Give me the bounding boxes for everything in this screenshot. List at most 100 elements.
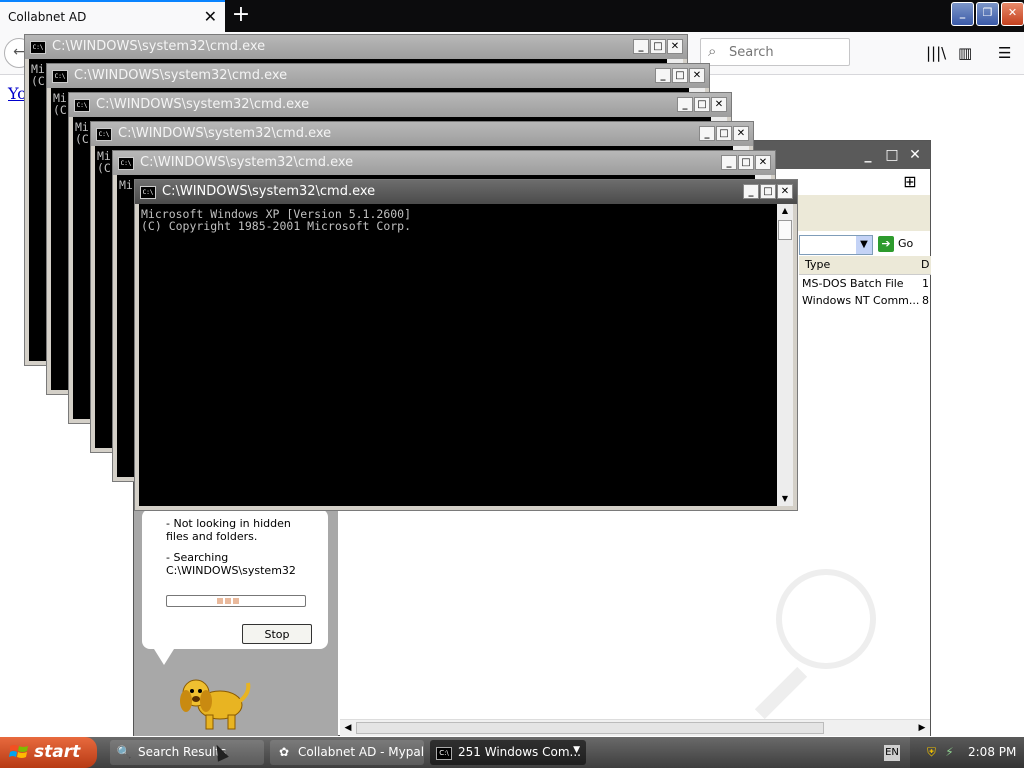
chevron-down-icon: ▼ [573,745,580,755]
console-fragment-2: (C [97,161,111,175]
close-icon[interactable]: ✕ [204,7,217,26]
close-button[interactable]: ✕ [689,68,705,83]
row-type: Windows NT Comm... [802,294,920,307]
address-dropdown[interactable]: ▼ [799,235,873,255]
maximize-button[interactable]: □ [882,146,902,164]
maximize-button[interactable]: □ [738,155,754,170]
maximize-button[interactable]: □ [760,184,776,199]
close-window-button[interactable]: ✕ [1001,2,1024,26]
tab-title: Collabnet AD [8,10,87,24]
results-header: Type D [799,256,931,275]
cmd-icon: C:\ [96,128,112,141]
library-icon[interactable]: |||\ [926,44,946,62]
scroll-up-icon[interactable]: ▲ [777,204,793,218]
go-button[interactable]: ➔ Go [878,235,928,253]
close-button[interactable]: ✕ [905,146,925,164]
close-button[interactable]: ✕ [777,184,793,199]
taskbar-item-mypal[interactable]: ✿ Collabnet AD - Mypal [270,740,424,765]
minimize-button[interactable]: _ [721,155,737,170]
chevron-down-icon[interactable]: ▼ [856,236,872,254]
hamburger-menu-icon[interactable]: ☰ [998,44,1011,62]
cmd-icon: C:\ [436,747,452,760]
console-fragment-2: (C [75,132,89,146]
taskbar-item-cmd-group[interactable]: C:\ 251 Windows Com... ▼ [430,740,586,765]
browser-window-controls: _ ❐ ✕ [951,2,1024,26]
minimize-button[interactable]: _ [858,146,878,164]
horizontal-scrollbar[interactable]: ◀ ▶ [340,719,930,736]
minimize-button[interactable]: _ [951,2,974,26]
close-button[interactable]: ✕ [711,97,727,112]
close-button[interactable]: ✕ [667,39,683,54]
row-type: MS-DOS Batch File [802,277,904,290]
column-header-type[interactable]: Type [805,258,830,271]
row-d: 1 [922,277,929,290]
maximize-button[interactable]: □ [672,68,688,83]
cmd-titlebar[interactable]: C:\ C:\WINDOWS\system32\cmd.exe _ □ ✕ [113,151,775,175]
start-button[interactable]: start [0,737,97,768]
start-label: start [34,742,81,762]
search-icon: ⌕ [708,42,717,60]
status-searching: - Searching C:\WINDOWS\system32 [166,551,296,577]
cmd-console[interactable]: Microsoft Windows XP [Version 5.1.2600] … [139,204,777,506]
maximize-button[interactable]: □ [650,39,666,54]
cmd-titlebar[interactable]: C:\ C:\WINDOWS\system32\cmd.exe _ □ ✕ [47,64,709,88]
windows-logo-icon [9,745,28,758]
maximize-button[interactable]: □ [716,126,732,141]
cmd-icon: C:\ [118,157,134,170]
close-button[interactable]: ✕ [733,126,749,141]
windows-flag-icon: ⊞ [891,169,929,195]
go-label: Go [898,237,914,250]
cmd-titlebar[interactable]: C:\ C:\WINDOWS\system32\cmd.exe _ □ ✕ [91,122,753,146]
console-line-copyright: (C) Copyright 1985-2001 Microsoft Corp. [141,219,412,233]
minimize-button[interactable]: _ [633,39,649,54]
scroll-left-icon[interactable]: ◀ [340,720,356,736]
sidebar-icon[interactable]: ▥ [958,44,972,62]
maximize-button[interactable]: □ [694,97,710,112]
browser-tab-strip: Collabnet AD ✕ + _ ❐ ✕ [0,0,1024,32]
minimize-button[interactable]: _ [655,68,671,83]
cmd-icon: C:\ [140,186,156,199]
minimize-button[interactable]: _ [743,184,759,199]
cmd-icon: C:\ [52,70,68,83]
magnifier-handle [754,666,808,720]
row-d: 8 [922,294,929,307]
security-shield-icon[interactable]: ⛨ [924,745,939,760]
table-row[interactable]: MS-DOS Batch File 1 [802,277,930,293]
scroll-down-icon[interactable]: ▼ [777,492,793,506]
cmd-titlebar[interactable]: C:\ C:\WINDOWS\system32\cmd.exe _ □ ✕ [135,180,797,204]
search-dog-icon [180,679,251,730]
taskbar-item-label: Collabnet AD - Mypal [298,745,424,759]
browser-tab[interactable]: Collabnet AD ✕ [0,0,225,32]
stop-button[interactable]: Stop [242,624,312,644]
cmd-titlebar[interactable]: C:\ C:\WINDOWS\system32\cmd.exe _ □ ✕ [25,35,687,59]
cmd-icon: C:\ [30,41,46,54]
vertical-scrollbar[interactable]: ▲ ▼ [777,204,793,506]
minimize-button[interactable]: _ [699,126,715,141]
network-icon[interactable]: ⚡ [942,745,957,760]
close-button[interactable]: ✕ [755,155,771,170]
cmd-window-active[interactable]: C:\ C:\WINDOWS\system32\cmd.exe _ □ ✕ Mi… [134,179,798,511]
taskbar-item-search-results[interactable]: 🔍 Search Results [110,740,264,765]
scroll-thumb[interactable] [356,722,824,734]
search-companion-balloon: - Not looking in hidden files and folder… [142,509,328,649]
minimize-button[interactable]: _ [677,97,693,112]
language-bar-icon[interactable]: EN [884,745,900,761]
scroll-right-icon[interactable]: ▶ [914,720,930,736]
clock: 2:08 PM [968,745,1017,759]
plus-icon[interactable]: + [230,3,252,27]
restore-button[interactable]: ❐ [976,2,999,26]
cmd-title: C:\WINDOWS\system32\cmd.exe [96,97,310,112]
mypal-icon: ✿ [278,745,290,759]
taskbar: start 🔍 Search Results ✿ Collabnet AD - … [0,737,1024,768]
go-arrow-icon: ➔ [878,236,894,252]
search-box[interactable]: ⌕ [700,38,850,66]
column-header-d[interactable]: D [921,258,929,271]
taskbar-item-label: 251 Windows Com... [458,745,581,759]
cmd-titlebar[interactable]: C:\ C:\WINDOWS\system32\cmd.exe _ □ ✕ [69,93,731,117]
search-results-icon: 🔍 [116,745,132,759]
scroll-thumb[interactable] [778,220,792,240]
table-row[interactable]: Windows NT Comm... 8 [802,294,930,310]
console-fragment-2: (C [53,103,67,117]
search-input[interactable] [729,42,847,62]
cmd-title: C:\WINDOWS\system32\cmd.exe [74,68,288,83]
